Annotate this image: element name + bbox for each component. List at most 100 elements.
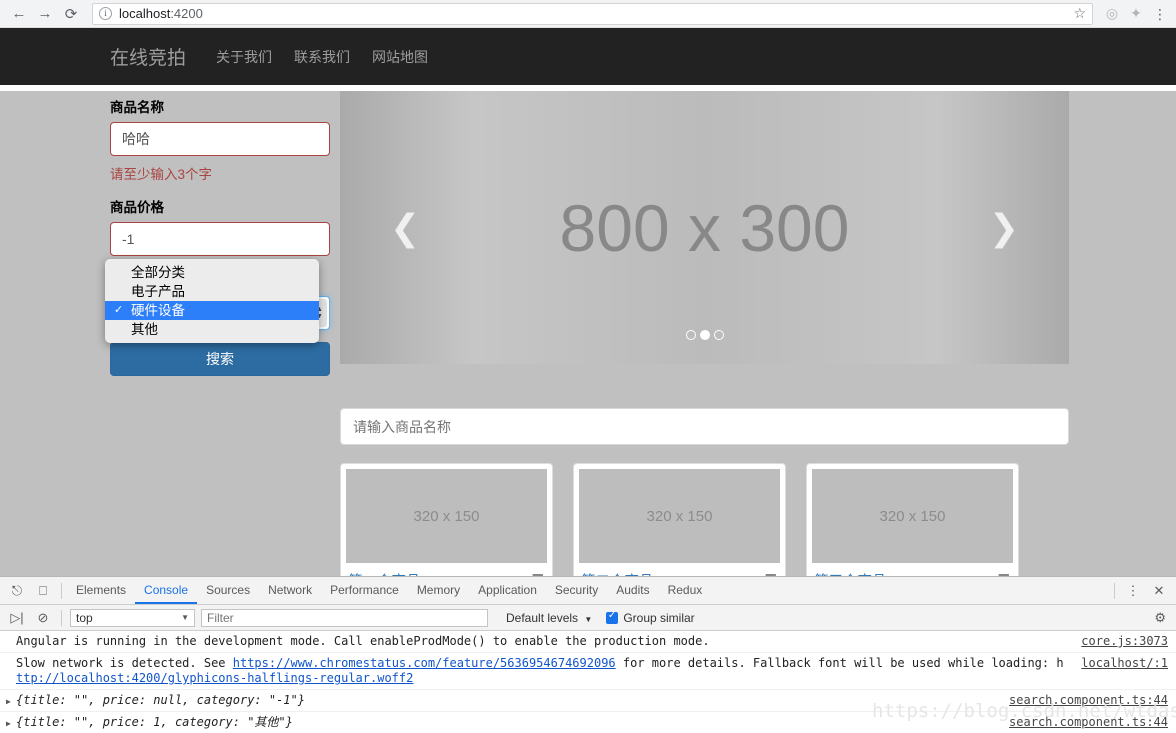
console-sidebar-icon[interactable]: ▷| (4, 605, 30, 631)
nav-link-sitemap[interactable]: 网站地图 (372, 47, 428, 67)
search-button[interactable]: 搜索 (110, 342, 330, 376)
console-levels-select[interactable]: Default levels ▼ (506, 611, 592, 625)
product-card[interactable]: 320 x 150 第二个商品 2.00元 (573, 463, 786, 576)
site-navbar: 在线竞拍 关于我们 联系我们 网站地图 (0, 28, 1176, 85)
reload-icon[interactable]: ⟳ (58, 1, 84, 27)
nav-link-contact[interactable]: 联系我们 (294, 47, 350, 67)
bookmark-star-icon[interactable]: ☆ (1073, 5, 1086, 22)
tab-application[interactable]: Application (469, 577, 546, 604)
carousel: 800 x 300 ❮ ❯ (340, 91, 1069, 364)
console-object[interactable]: {title: "", price: 1, category: "其他"} (16, 715, 293, 729)
tab-memory[interactable]: Memory (408, 577, 469, 604)
product-card-body: 第二个商品 2.00元 (579, 563, 780, 576)
tab-elements[interactable]: Elements (67, 577, 135, 604)
product-name-search-input[interactable] (340, 408, 1069, 445)
console-message-source[interactable]: search.component.ts:44 (1009, 715, 1168, 730)
tab-sources[interactable]: Sources (197, 577, 259, 604)
expand-triangle-icon[interactable]: ▶ (6, 694, 11, 709)
console-message-source[interactable]: core.js:3073 (1081, 634, 1168, 649)
tab-performance[interactable]: Performance (321, 577, 408, 604)
back-arrow-icon[interactable]: ← (6, 1, 32, 27)
product-list-section: 320 x 150 第一个商品 1.00元 320 x 150 第二个商品 2.… (340, 408, 1069, 576)
category-select-wrapper: ▲ ▼ 全部分类 电子产品 ✓ 硬件设备 其他 (105, 259, 330, 343)
category-option-other-label: 其他 (131, 322, 158, 337)
browser-window: ← → ⟳ i localhost :4200 ☆ ◎ ✦ ⋮ 在线竞拍 关于我… (0, 0, 1176, 733)
product-card-body: 第一个商品 1.00元 (346, 563, 547, 576)
product-image-placeholder: 320 x 150 (812, 469, 1013, 563)
devtools-tabbar: ⎋ ⎕ Elements Console Sources Network Per… (0, 577, 1176, 605)
chevron-down-icon: ▼ (584, 614, 593, 624)
console-levels-label: Default levels (506, 610, 579, 625)
checkmark-icon: ✓ (114, 304, 124, 316)
tab-redux[interactable]: Redux (659, 577, 712, 604)
console-message-text: Angular is running in the development mo… (16, 634, 710, 648)
category-option-hardware[interactable]: ✓ 硬件设备 (105, 301, 319, 320)
console-message: Slow network is detected. See https://ww… (0, 653, 1176, 690)
extension-icon-2[interactable]: ✦ (1125, 3, 1147, 25)
carousel-prev-icon[interactable]: ❮ (390, 207, 420, 249)
product-card[interactable]: 320 x 150 第一个商品 1.00元 (340, 463, 553, 576)
product-name-input[interactable] (110, 122, 330, 156)
inspect-element-icon[interactable]: ⎋ (4, 578, 30, 604)
product-image-placeholder: 320 x 150 (579, 469, 780, 563)
category-option-other[interactable]: 其他 (105, 320, 319, 339)
product-image-placeholder: 320 x 150 (346, 469, 547, 563)
product-card[interactable]: 320 x 150 第三个商品 3.00元 (806, 463, 1019, 576)
carousel-placeholder-label: 800 x 300 (559, 190, 850, 265)
console-message-source[interactable]: search.component.ts:44 (1009, 693, 1168, 708)
product-card-body: 第三个商品 3.00元 (812, 563, 1013, 576)
console-context-label: top (76, 610, 93, 625)
category-dropdown-menu[interactable]: 全部分类 电子产品 ✓ 硬件设备 其他 (105, 259, 319, 343)
extension-icon-1[interactable]: ◎ (1101, 3, 1123, 25)
site-brand[interactable]: 在线竞拍 (110, 43, 186, 70)
product-price-input[interactable] (110, 222, 330, 256)
device-toolbar-icon[interactable]: ⎕ (30, 578, 56, 604)
tab-console[interactable]: Console (135, 577, 197, 604)
console-message: ▶ {title: "", price: 1, category: "其他"} … (0, 712, 1176, 733)
carousel-dot-3[interactable] (713, 330, 724, 340)
chevron-down-icon: ▼ (181, 613, 189, 622)
tab-network[interactable]: Network (259, 577, 321, 604)
devtools-tabbar-right: ⋮ ✕ (1109, 578, 1172, 604)
console-context-select[interactable]: top ▼ (70, 608, 195, 627)
clear-console-icon[interactable]: ⊘ (30, 605, 56, 631)
settings-gear-icon[interactable]: ⚙ (1154, 610, 1166, 626)
console-toolbar: ▷| ⊘ top ▼ Default levels ▼ Group simila… (0, 605, 1176, 631)
forward-arrow-icon[interactable]: → (32, 1, 58, 27)
tab-audits[interactable]: Audits (607, 577, 658, 604)
product-cards: 320 x 150 第一个商品 1.00元 320 x 150 第二个商品 2.… (340, 463, 1069, 576)
search-form: 商品名称 请至少输入3个字 商品价格 请输入正数 ▲ ▼ 全部分类 (105, 96, 330, 376)
page-viewport: 在线竞拍 关于我们 联系我们 网站地图 商品名称 请至少输入3个字 商品价格 请… (0, 28, 1176, 576)
category-option-all[interactable]: 全部分类 (105, 263, 319, 282)
console-output: Angular is running in the development mo… (0, 631, 1176, 733)
group-similar-checkbox[interactable] (606, 610, 619, 624)
console-filter-input[interactable] (201, 608, 488, 627)
nav-link-about[interactable]: 关于我们 (216, 47, 272, 67)
carousel-next-icon[interactable]: ❯ (989, 207, 1019, 249)
console-message-link[interactable]: https://www.chromestatus.com/feature/563… (233, 656, 616, 670)
site-info-icon[interactable]: i (99, 7, 112, 20)
carousel-dot-1[interactable] (685, 330, 696, 340)
product-name-error: 请至少输入3个字 (110, 167, 213, 182)
carousel-dot-2[interactable] (699, 330, 710, 340)
browser-menu-icon[interactable]: ⋮ (1150, 7, 1170, 21)
category-option-all-label: 全部分类 (131, 265, 185, 280)
devtools-close-icon[interactable]: ✕ (1146, 578, 1172, 604)
product-name-label: 商品名称 (110, 100, 164, 115)
console-message-source[interactable]: localhost/:1 (1081, 656, 1168, 671)
url-host: localhost (119, 6, 171, 21)
category-option-electronics[interactable]: 电子产品 (105, 282, 319, 301)
product-price-label: 商品价格 (110, 200, 164, 215)
address-bar[interactable]: i localhost :4200 ☆ (92, 2, 1093, 25)
console-object[interactable]: {title: "", price: null, category: "-1"} (16, 693, 305, 707)
tab-security[interactable]: Security (546, 577, 607, 604)
console-message-text-mid: for more details. Fallback font will be … (615, 656, 1064, 670)
url-port: :4200 (170, 6, 203, 21)
browser-toolbar: ← → ⟳ i localhost :4200 ☆ ◎ ✦ ⋮ (0, 0, 1176, 28)
expand-triangle-icon[interactable]: ▶ (6, 716, 11, 731)
devtools-menu-icon[interactable]: ⋮ (1120, 578, 1146, 604)
divider (1114, 582, 1115, 599)
category-option-hardware-label: 硬件设备 (131, 303, 185, 318)
console-message-link-2[interactable]: ttp://localhost:4200/glyphicons-halfling… (16, 671, 413, 685)
console-message-text: Slow network is detected. See (16, 656, 233, 670)
